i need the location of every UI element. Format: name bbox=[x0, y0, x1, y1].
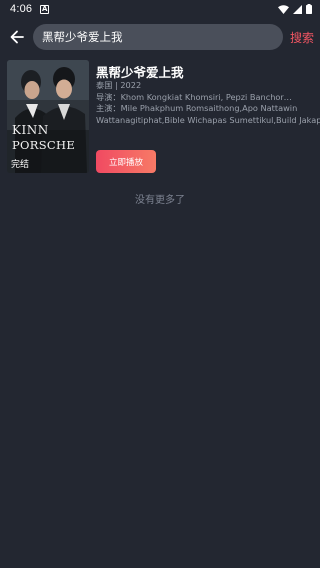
battery-icon bbox=[306, 4, 312, 14]
poster-title-line1: KINN bbox=[12, 123, 49, 137]
result-cast-line2: Wattanagitiphat,Bible Wichapas Sumettiku… bbox=[96, 114, 320, 125]
notification-a-icon: A bbox=[40, 4, 50, 14]
result-info: 黑帮少爷爱上我 泰国 | 2022 导演：Khom Kongkiat Khoms… bbox=[96, 62, 320, 126]
search-button[interactable]: 搜索 bbox=[290, 29, 314, 46]
poster-title-line2: PORSCHE bbox=[12, 138, 76, 152]
search-input[interactable]: 黑帮少爷爱上我 bbox=[33, 24, 283, 50]
wifi-icon bbox=[278, 4, 289, 14]
play-now-button[interactable]: 立即播放 bbox=[96, 150, 156, 173]
search-result-item[interactable]: KINN PORSCHE 完结 黑帮少爷爱上我 泰国 | 2022 导演：Kho… bbox=[7, 60, 320, 174]
poster-image[interactable]: KINN PORSCHE 完结 bbox=[7, 60, 89, 173]
no-more-text: 没有更多了 bbox=[135, 195, 185, 206]
completed-badge: 完结 bbox=[11, 160, 30, 170]
search-header: 黑帮少爷爱上我 搜索 bbox=[0, 22, 320, 52]
status-icons bbox=[278, 4, 312, 14]
result-director: 导演：Khom Kongkiat Khomsiri, Pepzi Banchor… bbox=[96, 91, 296, 102]
result-title[interactable]: 黑帮少爷爱上我 bbox=[96, 62, 320, 80]
result-meta: 泰国 | 2022 bbox=[96, 80, 142, 90]
result-cast-line1: 主演：Mile Phakphum Romsaithong,Apo Nattawi… bbox=[96, 103, 298, 113]
search-query-text: 黑帮少爷爱上我 bbox=[42, 30, 123, 44]
arrow-left-icon bbox=[10, 30, 24, 44]
back-button[interactable] bbox=[6, 26, 28, 48]
signal-icon bbox=[293, 4, 302, 14]
status-time: 4:06 bbox=[10, 3, 33, 15]
status-bar: 4:06 A bbox=[0, 0, 320, 18]
